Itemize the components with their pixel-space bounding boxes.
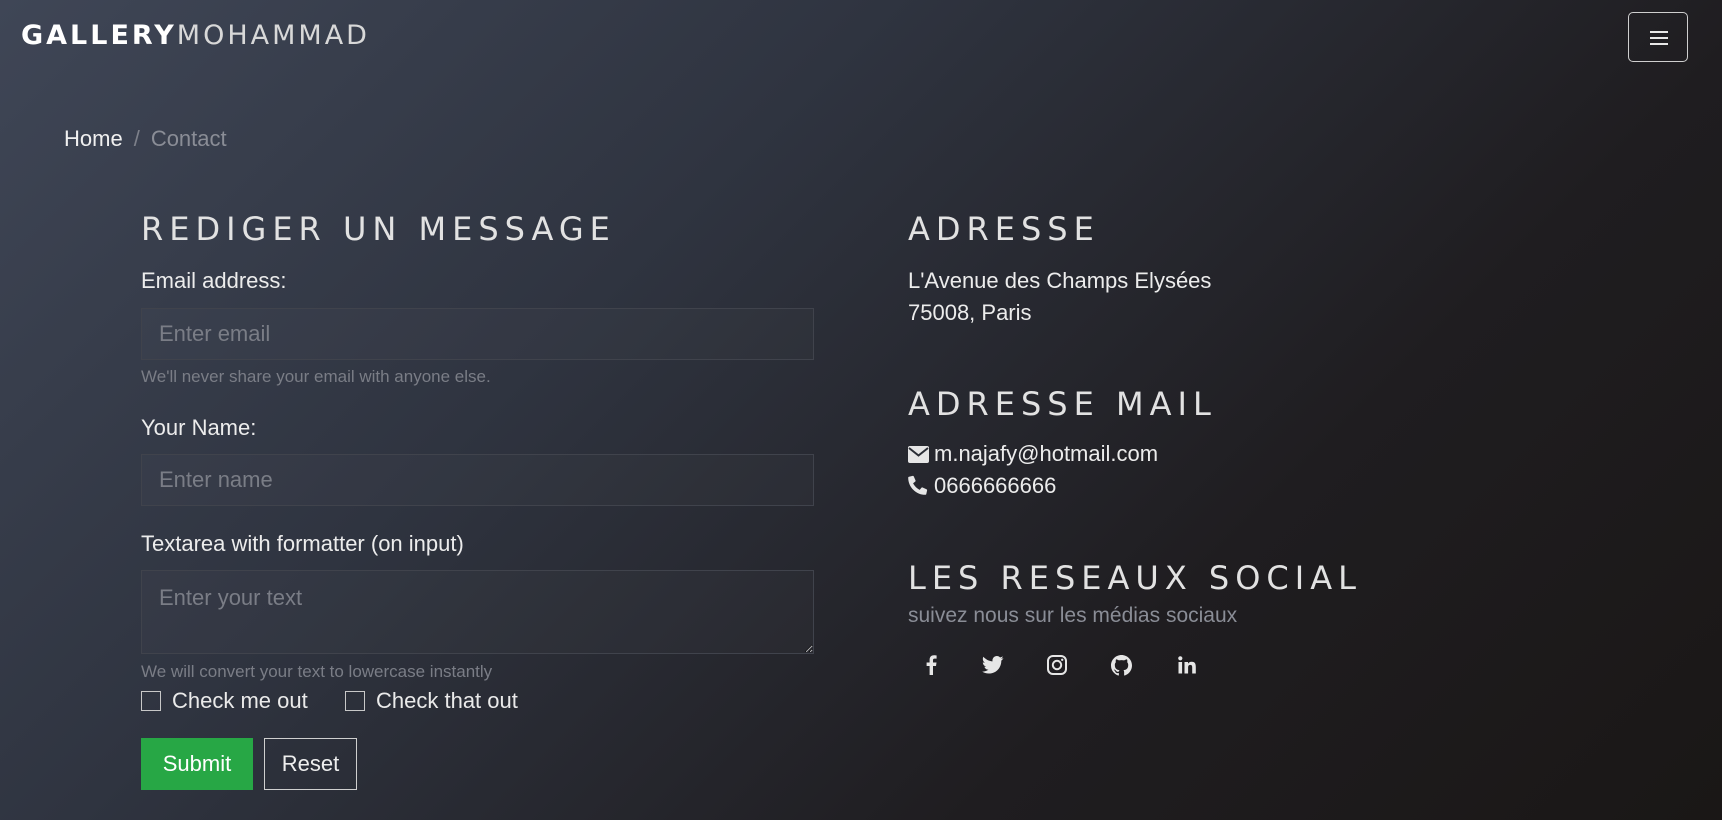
email-text[interactable]: m.najafy@hotmail.com (934, 441, 1158, 466)
brand-logo[interactable]: GALLERYMOHAMMAD (21, 20, 370, 51)
brand-bold: GALLERY (21, 20, 177, 51)
breadcrumb: Home / Contact (64, 126, 227, 152)
form-title: REDIGER UN MESSAGE (141, 210, 616, 248)
name-input[interactable] (141, 454, 814, 506)
github-icon[interactable] (1106, 650, 1136, 680)
phone-contact: 0666666666 (908, 470, 1056, 504)
textarea-help-text: We will convert your text to lowercase i… (141, 662, 493, 681)
email-contact: m.najafy@hotmail.com (908, 438, 1158, 472)
linkedin-icon[interactable] (1172, 650, 1202, 680)
submit-button[interactable]: Submit (141, 738, 253, 790)
breadcrumb-current: Contact (150, 126, 227, 151)
phone-icon (908, 472, 930, 504)
name-label: Your Name: (141, 415, 257, 440)
checkbox-label: Check that out (376, 688, 518, 713)
checkbox-square[interactable] (141, 691, 161, 711)
address-title: ADRESSE (908, 210, 1100, 248)
breadcrumb-separator: / (133, 126, 140, 151)
address-line-1: L'Avenue des Champs Elysées (908, 268, 1212, 293)
address-line-2: 75008, Paris (908, 300, 1032, 325)
social-subtitle: suivez nous sur les médias sociaux (908, 604, 1238, 627)
hamburger-icon-line (1650, 43, 1668, 45)
social-title: LES RESEAUX SOCIAL (908, 559, 1362, 597)
check-me-out-checkbox[interactable]: Check me out (141, 688, 308, 714)
message-textarea[interactable] (141, 570, 814, 654)
hamburger-icon-line (1650, 31, 1668, 33)
brand-light: MOHAMMAD (176, 20, 370, 51)
instagram-icon[interactable] (1042, 650, 1072, 680)
textarea-label: Textarea with formatter (on input) (141, 531, 464, 556)
mail-title: ADRESSE MAIL (908, 385, 1217, 423)
envelope-icon (908, 440, 930, 472)
phone-text[interactable]: 0666666666 (934, 473, 1056, 498)
check-that-out-checkbox[interactable]: Check that out (345, 688, 518, 714)
facebook-icon[interactable] (916, 650, 946, 680)
email-label: Email address: (141, 268, 287, 293)
reset-button[interactable]: Reset (264, 738, 357, 790)
checkbox-square[interactable] (345, 691, 365, 711)
twitter-icon[interactable] (978, 650, 1008, 680)
checkbox-label: Check me out (172, 688, 308, 713)
email-help-text: We'll never share your email with anyone… (141, 367, 491, 386)
breadcrumb-home-link[interactable]: Home (64, 126, 123, 151)
navbar: GALLERYMOHAMMAD (0, 0, 1722, 80)
email-input[interactable] (141, 308, 814, 360)
hamburger-icon-line (1650, 37, 1668, 39)
menu-toggle-button[interactable] (1628, 12, 1688, 62)
